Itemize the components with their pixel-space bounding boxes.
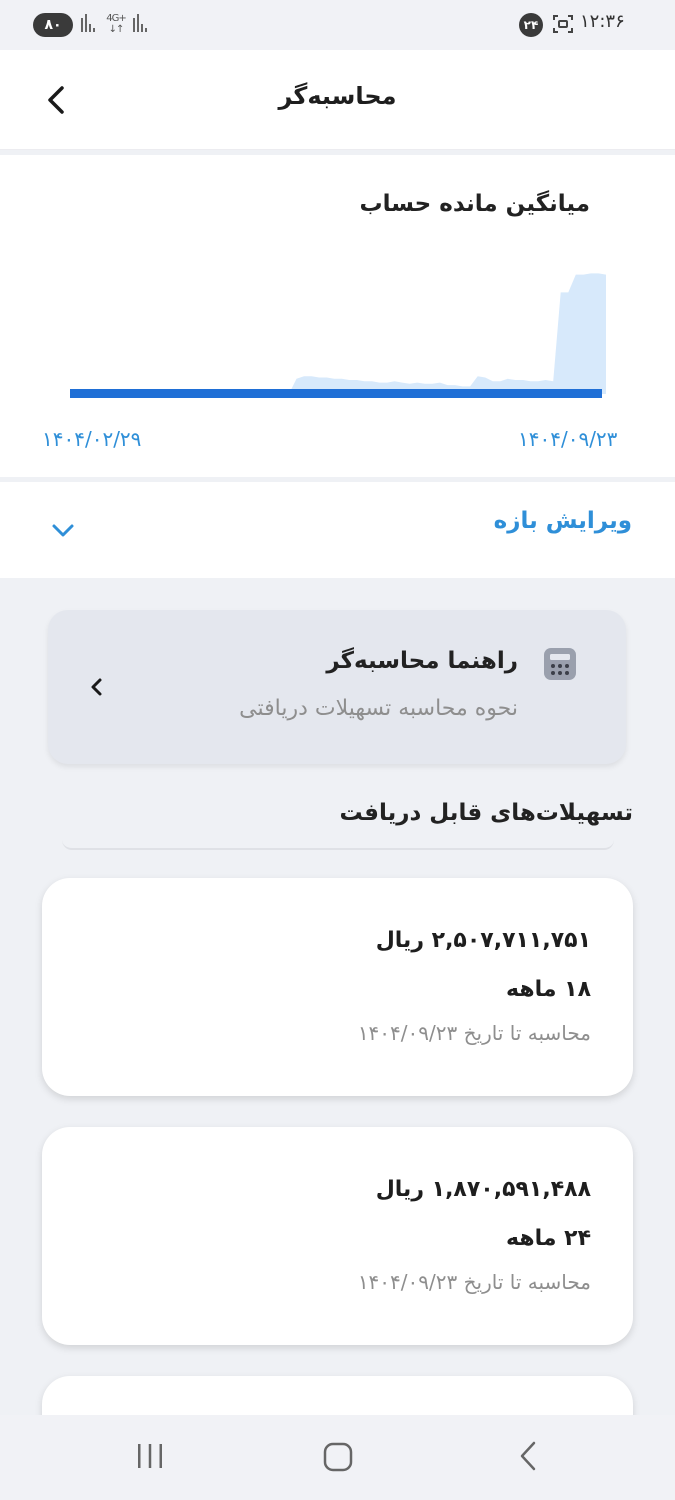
- list-top-edge: [62, 840, 614, 850]
- balance-chart-card: میانگین مانده حساب ۱۴۰۴/۰۲/۲۹ ۱۴۰۴/۰۹/۲۳: [0, 155, 675, 477]
- loan-amount: ۲,۵۰۷,۷۱۱,۷۵۱ ریال: [375, 928, 591, 953]
- calculator-guide-card[interactable]: راهنما محاسبه‌گر نحوه محاسبه تسهیلات دری…: [48, 610, 626, 764]
- guide-title: راهنما محاسبه‌گر: [326, 648, 518, 674]
- calculator-icon: [544, 648, 576, 680]
- loan-term: ۲۴ ماهه: [506, 1226, 591, 1251]
- home-icon[interactable]: [322, 1441, 354, 1473]
- loan-term: ۱۸ ماهه: [506, 977, 591, 1002]
- loan-option-card[interactable]: ۲,۵۰۷,۷۱۱,۷۵۱ ریال ۱۸ ماهه محاسبه تا تار…: [42, 878, 633, 1096]
- chevron-left-icon: [91, 678, 102, 696]
- recents-icon[interactable]: [134, 1441, 166, 1471]
- loan-date-note: محاسبه تا تاریخ ۱۴۰۴/۰۹/۲۳: [357, 1021, 591, 1045]
- network-type-label: 4G+: [106, 13, 126, 24]
- chart-baseline: [70, 389, 602, 398]
- chart-area: [70, 273, 606, 394]
- back-icon[interactable]: [516, 1439, 540, 1473]
- loan-date-note: محاسبه تا تاریخ ۱۴۰۴/۰۹/۲۳: [357, 1270, 591, 1294]
- guide-subtitle: نحوه محاسبه تسهیلات دریافتی: [239, 696, 518, 721]
- status-bar: ۸۰ 4G+ ↓↑ ۲۴ ۱۲:۳۶: [0, 0, 675, 50]
- signal-icon-2: [132, 12, 152, 38]
- clock: ۱۲:۳۶: [580, 11, 625, 32]
- screen-record-icon: [553, 15, 573, 33]
- chart-start-date: ۱۴۰۴/۰۲/۲۹: [42, 427, 142, 451]
- notification-badge: ۲۴: [519, 13, 543, 37]
- signal-icon: [80, 12, 100, 38]
- network-type-icon: 4G+ ↓↑: [106, 13, 126, 35]
- page-title: محاسبه‌گر: [278, 82, 397, 110]
- system-nav-bar: [0, 1415, 675, 1500]
- edit-range-row[interactable]: ویرایش بازه: [0, 482, 675, 578]
- loan-option-card[interactable]: ۱,۸۷۰,۵۹۱,۴۸۸ ریال ۲۴ ماهه محاسبه تا تار…: [42, 1127, 633, 1345]
- app-bar: محاسبه‌گر: [0, 50, 675, 150]
- edit-range-label: ویرایش بازه: [493, 508, 632, 534]
- loan-amount: ۱,۸۷۰,۵۹۱,۴۸۸ ریال: [375, 1177, 591, 1202]
- chevron-down-icon: [52, 524, 74, 537]
- battery-indicator: ۸۰: [33, 13, 73, 37]
- chart-end-date: ۱۴۰۴/۰۹/۲۳: [518, 427, 618, 451]
- section-title: تسهیلات‌های قابل دریافت: [339, 800, 633, 826]
